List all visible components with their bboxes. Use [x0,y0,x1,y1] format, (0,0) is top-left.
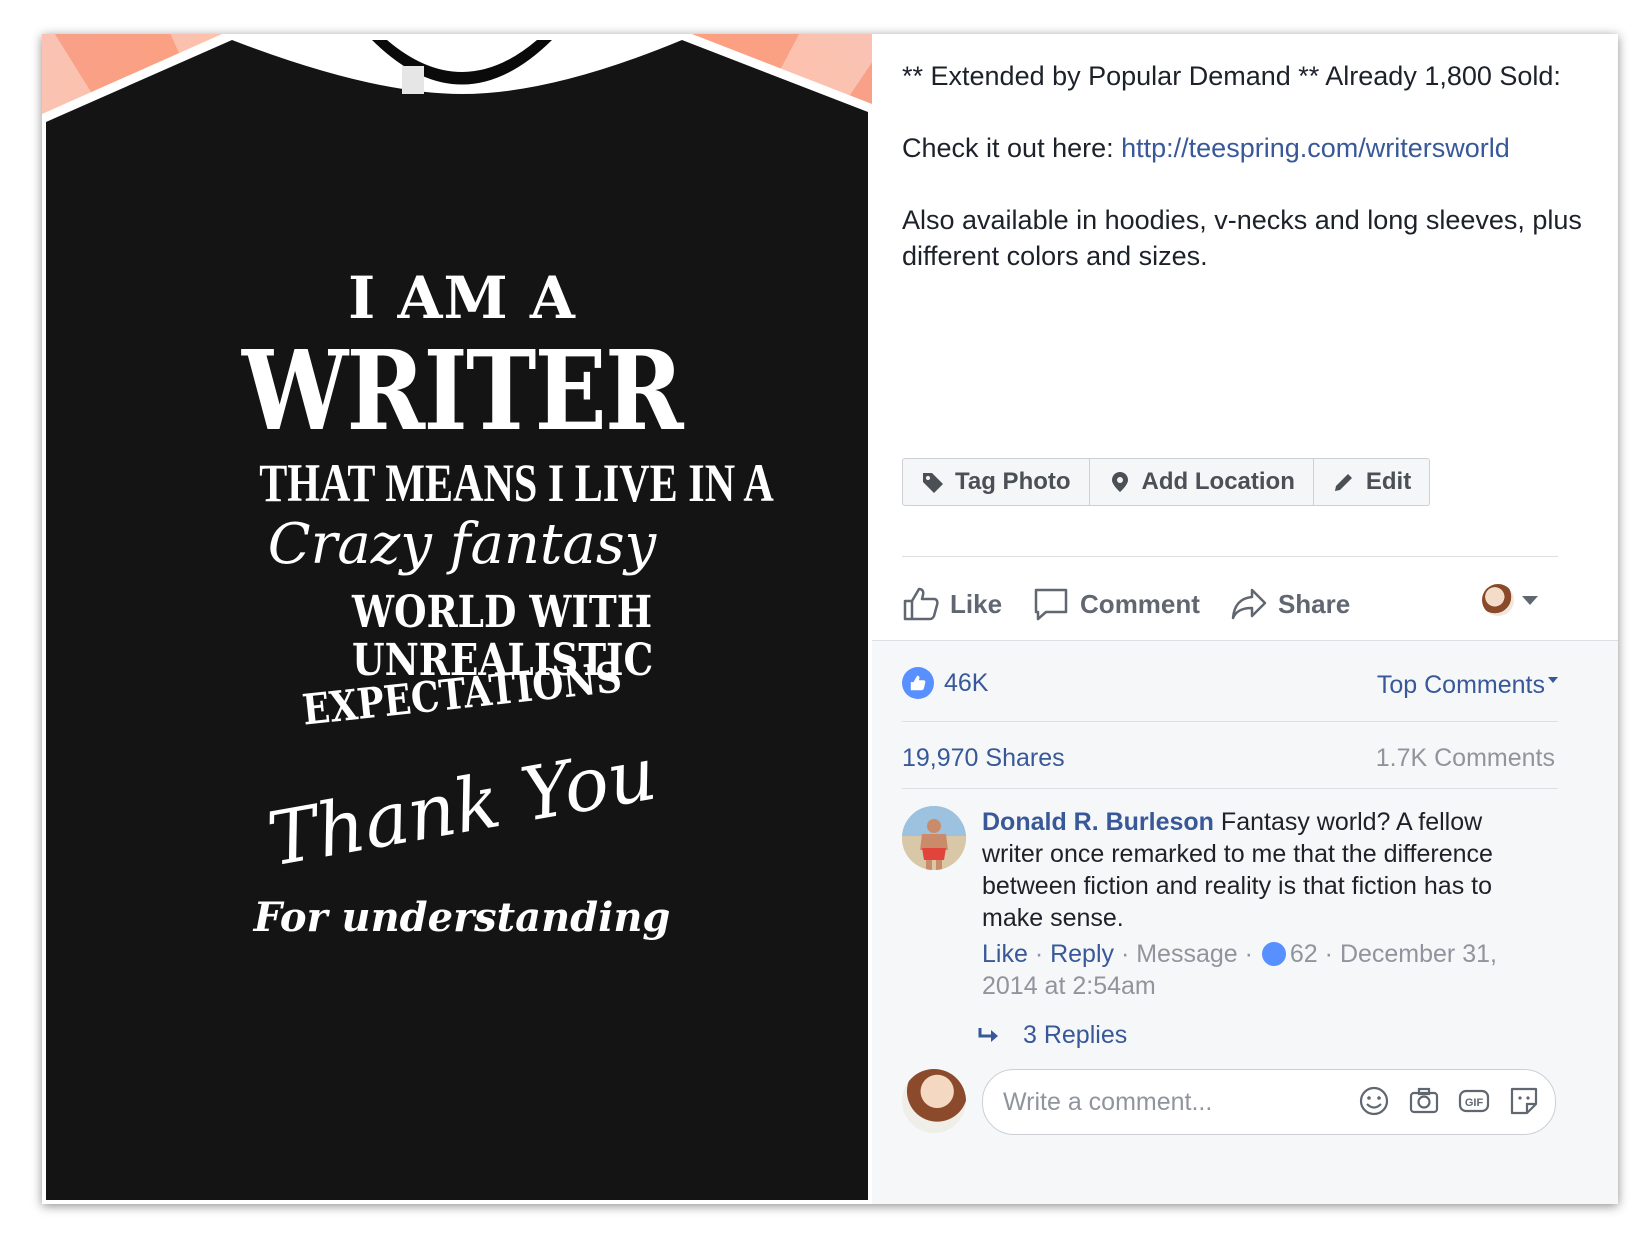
design-line: Thank You [261,730,663,884]
avatar [1482,584,1514,616]
share-label: Share [1277,588,1351,619]
like-reaction-icon [902,667,934,699]
post-side-panel: ** Extended by Popular Demand ** Already… [872,34,1618,1204]
caret-down-icon [1548,677,1558,683]
svg-text:GIF: GIF [1465,1097,1484,1109]
comment-input[interactable] [1001,1070,1335,1134]
tshirt-photo[interactable]: I AM A WRITER THAT MEANS I LIVE IN A Cra… [42,34,872,1204]
tag-photo-button[interactable]: Tag Photo [903,459,1090,505]
reaction-summary[interactable]: 46K [902,667,988,699]
comment-message-link[interactable]: Message [1136,940,1237,968]
pencil-icon [1334,474,1352,491]
chevron-down-icon [1522,595,1538,605]
caption-line: Also available in hoodies, v-necks and l… [902,205,1582,271]
map-pin-icon [1111,472,1128,492]
reply-arrow-icon [978,1027,998,1042]
comment-meta: Like · Reply · Message · 62 · December 3… [982,940,1497,1000]
comment-body: Donald R. Burleson Fantasy world? A fell… [982,806,1542,1002]
edit-label: Edit [1365,468,1412,495]
share-button[interactable]: Share [1230,586,1350,622]
comment-sort-dropdown[interactable]: Top Comments [1377,671,1558,700]
comments-count[interactable]: 1.7K Comments [1376,744,1555,773]
add-location-label: Add Location [1141,468,1295,495]
commenter-name[interactable]: Donald R. Burleson [982,808,1214,836]
add-location-button[interactable]: Add Location [1090,459,1314,505]
design-line: For understanding [253,894,671,941]
divider [902,556,1558,557]
emoji-icon[interactable] [1357,1084,1391,1118]
sticker-icon[interactable] [1507,1084,1541,1118]
design-line: THAT MEANS I LIVE IN A [259,453,774,513]
tag-photo-label: Tag Photo [955,468,1071,495]
like-reaction-icon [1261,942,1286,966]
comment-composer: GIF [902,1069,1562,1139]
post-as-selector[interactable] [1482,584,1538,616]
comments-section: 46K Top Comments 19,970 Shares 1.7K Comm… [872,640,1618,1204]
gif-icon[interactable]: GIF [1457,1084,1491,1118]
camera-icon[interactable] [1407,1084,1441,1118]
tshirt-design: I AM A WRITER THAT MEANS I LIVE IN A Cra… [202,204,774,1064]
design-line: WRITER [242,326,684,455]
view-replies-link[interactable]: 3 Replies [977,1021,1127,1050]
commenter-avatar[interactable] [902,806,966,870]
share-arrow-icon [1231,588,1267,620]
like-count: 46K [944,668,989,697]
caption-line: ** Extended by Popular Demand ** Already… [902,61,1561,91]
photo-viewer: I AM A WRITER THAT MEANS I LIVE IN A Cra… [42,34,1618,1204]
divider [902,788,1558,789]
composer-icons: GIF [1357,1084,1541,1118]
teespring-link[interactable]: http://teespring.com/writersworld [1121,133,1510,163]
sort-label: Top Comments [1376,671,1545,699]
caption-line: Check it out here: http://teespring.com/… [902,130,1602,166]
post-caption: ** Extended by Popular Demand ** Already… [902,58,1602,310]
comment-like-count[interactable]: 62 [1290,940,1318,968]
comment-label: Comment [1080,588,1200,619]
like-label: Like [950,588,1003,619]
thumbs-up-icon [903,587,939,621]
shares-count-link[interactable]: 19,970 Shares [902,744,1065,773]
comment-reply-link[interactable]: Reply [1050,940,1114,968]
post-actions-bar: Like Comment Share [902,574,1558,634]
design-line: I AM A [348,264,576,332]
replies-label: 3 Replies [1023,1021,1128,1049]
photo-action-buttons: Tag Photo Add Location Edit [902,458,1431,506]
comment-button[interactable]: Comment [1032,586,1200,622]
design-line: Crazy fantasy [267,512,657,577]
tag-icon [923,473,943,493]
comment-input-box[interactable]: GIF [982,1069,1556,1135]
current-user-avatar [902,1069,966,1133]
speech-bubble-icon [1034,588,1068,621]
like-button[interactable]: Like [902,586,1002,622]
edit-button[interactable]: Edit [1314,459,1429,505]
comment-like-link[interactable]: Like [982,940,1028,968]
caption-prefix: Check it out here: [902,133,1122,163]
divider [902,721,1558,722]
